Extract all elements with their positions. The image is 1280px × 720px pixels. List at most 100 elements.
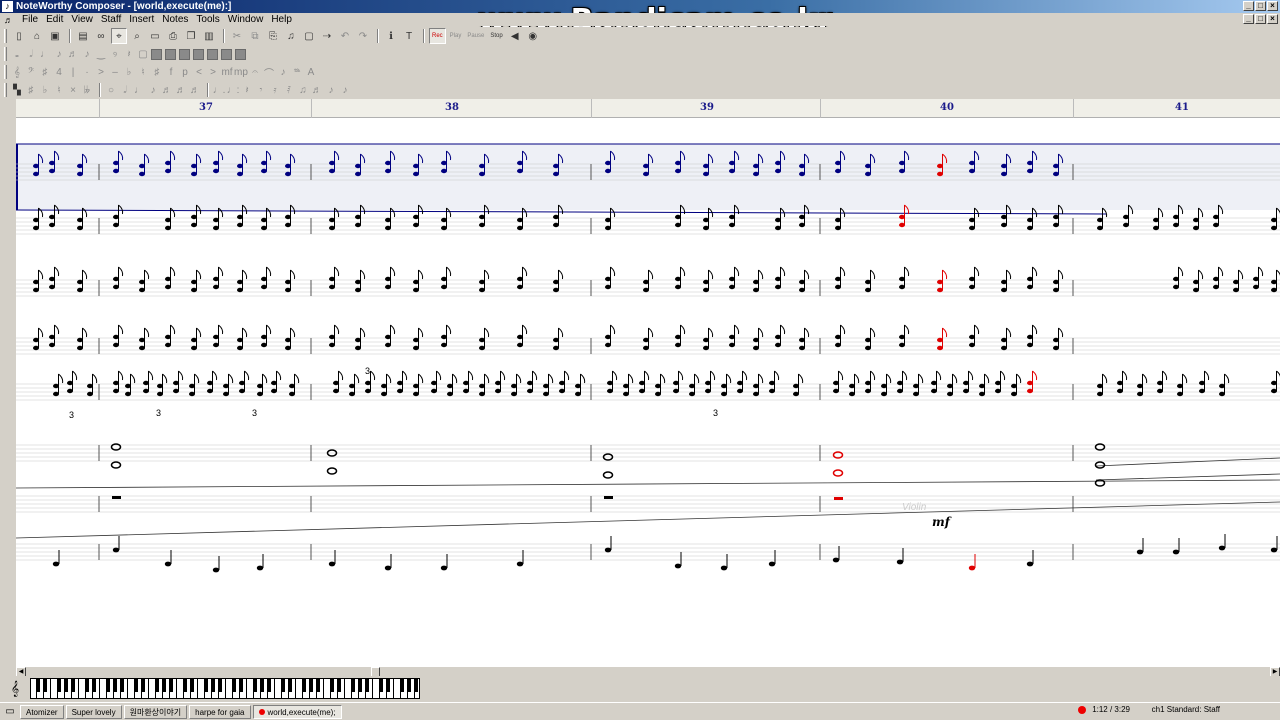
duration-block-3[interactable]: [179, 48, 190, 60]
menu-help[interactable]: Help: [267, 14, 296, 25]
toolbar-grip[interactable]: [4, 83, 7, 97]
chord-icon[interactable]: ▢: [137, 46, 149, 62]
menu-staff[interactable]: Staff: [97, 14, 125, 25]
fermata-icon[interactable]: 𝄐: [249, 64, 261, 80]
volume-icon[interactable]: ◀: [507, 28, 523, 44]
tuplet-insert-icon[interactable]: ♪: [339, 82, 351, 98]
color-palette-icon[interactable]: ▚: [11, 82, 23, 98]
rest-icon[interactable]: 𝄽: [123, 46, 135, 62]
quarter-note-icon[interactable]: ♩: [39, 46, 51, 62]
piano-black-key[interactable]: [358, 679, 362, 692]
flat-icon[interactable]: ♭: [123, 64, 135, 80]
piano-black-key[interactable]: [211, 679, 215, 692]
decrescendo-icon[interactable]: >: [207, 64, 219, 80]
piano-black-key[interactable]: [190, 679, 194, 692]
piano-black-key[interactable]: [232, 679, 236, 692]
sharp-icon[interactable]: ♯: [151, 64, 163, 80]
time-sig-icon[interactable]: 4: [53, 64, 65, 80]
clip-icon[interactable]: ▢: [301, 28, 317, 44]
accent-icon[interactable]: >: [95, 64, 107, 80]
piano-black-key[interactable]: [365, 679, 369, 692]
doc-restore-button[interactable]: □: [1255, 14, 1266, 24]
natural-insert-icon[interactable]: ♮: [53, 82, 65, 98]
toolbar-grip[interactable]: [4, 47, 7, 61]
maximize-button[interactable]: □: [1255, 1, 1266, 11]
sixteenth-insert-icon[interactable]: ♬: [161, 82, 173, 98]
piano-black-key[interactable]: [239, 679, 243, 692]
beam-icon[interactable]: ♬: [311, 82, 323, 98]
piano-black-key[interactable]: [64, 679, 68, 692]
treble-clef-icon[interactable]: 𝄞: [11, 64, 23, 80]
dynamic-p-icon[interactable]: p: [179, 64, 191, 80]
link-icon[interactable]: ⇢: [319, 28, 335, 44]
piano-black-key[interactable]: [302, 679, 306, 692]
piano-black-key[interactable]: [414, 679, 418, 692]
piano-black-key[interactable]: [169, 679, 173, 692]
menu-tools[interactable]: Tools: [192, 14, 223, 25]
sixteenth-note-icon[interactable]: ♬: [67, 46, 79, 62]
quarter-insert-icon[interactable]: ♩: [133, 82, 145, 98]
staff-props-icon[interactable]: 𝄞: [6, 679, 24, 697]
sixtyfourth-insert-icon[interactable]: ♬: [189, 82, 201, 98]
piano-black-key[interactable]: [407, 679, 411, 692]
dotted-note-icon[interactable]: ♪: [81, 46, 93, 62]
natural-icon[interactable]: ♮: [137, 64, 149, 80]
piano-black-key[interactable]: [309, 679, 313, 692]
taskbar-folder-icon[interactable]: ▭: [0, 705, 20, 719]
undo-icon[interactable]: ↶: [337, 28, 353, 44]
duration-block-1[interactable]: [151, 48, 162, 60]
piano-black-key[interactable]: [155, 679, 159, 692]
redo-icon[interactable]: ↷: [355, 28, 371, 44]
piano-black-key[interactable]: [253, 679, 257, 692]
piano-black-key[interactable]: [134, 679, 138, 692]
piano-black-key[interactable]: [106, 679, 110, 692]
dynamic-f-icon[interactable]: f: [165, 64, 177, 80]
sharp-insert-icon[interactable]: ♯: [25, 82, 37, 98]
doc-minimize-button[interactable]: _: [1243, 14, 1254, 24]
doc-close-button[interactable]: ×: [1267, 14, 1278, 24]
copy-page-icon[interactable]: ❐: [183, 28, 199, 44]
piano-black-key[interactable]: [400, 679, 404, 692]
barline-icon[interactable]: |: [67, 64, 79, 80]
print-setup-icon[interactable]: ▥: [201, 28, 217, 44]
duration-block-2[interactable]: [165, 48, 176, 60]
piano-black-key[interactable]: [43, 679, 47, 692]
task-button[interactable]: Atomizer: [20, 704, 64, 719]
piano-black-key[interactable]: [281, 679, 285, 692]
key-sig-icon[interactable]: ♯: [39, 64, 51, 80]
info-icon[interactable]: ℹ: [383, 28, 399, 44]
duration-block-5[interactable]: [207, 48, 218, 60]
piano-black-key[interactable]: [113, 679, 117, 692]
rest16-insert-icon[interactable]: 𝄿: [269, 82, 281, 98]
rest32-insert-icon[interactable]: 𝅀: [283, 82, 295, 98]
note-tool-icon[interactable]: ♫: [283, 28, 299, 44]
open-folder-icon[interactable]: ⌂: [29, 28, 45, 44]
zoom-icon[interactable]: ⌕: [129, 28, 145, 44]
piano-black-key[interactable]: [92, 679, 96, 692]
close-button[interactable]: ×: [1267, 1, 1278, 11]
task-button[interactable]: harpe for gaia: [189, 704, 251, 719]
duration-block-6[interactable]: [221, 48, 232, 60]
print-icon[interactable]: ⎙: [165, 28, 181, 44]
grace-insert-icon[interactable]: ♪: [325, 82, 337, 98]
piano-black-key[interactable]: [36, 679, 40, 692]
piano-black-key[interactable]: [57, 679, 61, 692]
double-flat-icon[interactable]: 𝄫: [81, 82, 93, 98]
score-area[interactable]: 3 3 3 3 3 Violin mf: [16, 118, 1280, 666]
piano-black-key[interactable]: [71, 679, 75, 692]
new-file-icon[interactable]: ▯: [11, 28, 27, 44]
stop-button[interactable]: Stop: [488, 28, 504, 44]
slur-icon[interactable]: ⌒: [263, 64, 275, 80]
dynamic-mf-icon[interactable]: mf: [221, 64, 233, 80]
menu-edit[interactable]: Edit: [42, 14, 67, 25]
copy-icon[interactable]: ⧉: [247, 28, 263, 44]
menu-window[interactable]: Window: [224, 14, 268, 25]
text-tool-icon[interactable]: T: [401, 28, 417, 44]
score-canvas[interactable]: 3 3 3 3 3 Violin mf: [16, 118, 1280, 666]
piano-black-key[interactable]: [330, 679, 334, 692]
rest-insert-icon[interactable]: 𝄽: [241, 82, 253, 98]
piano-black-key[interactable]: [120, 679, 124, 692]
task-button-active[interactable]: world,execute(me);: [252, 704, 342, 719]
piano-black-key[interactable]: [337, 679, 341, 692]
piano-black-key[interactable]: [85, 679, 89, 692]
